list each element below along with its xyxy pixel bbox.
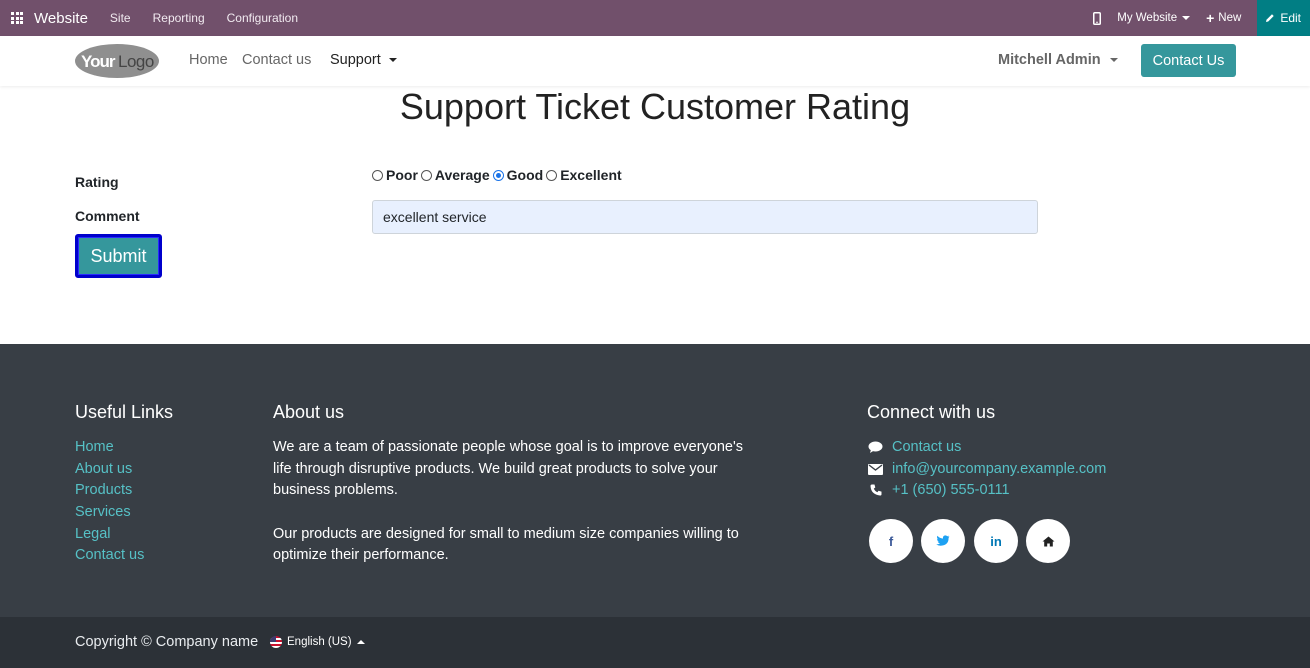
menu-reporting[interactable]: Reporting — [153, 11, 205, 25]
apps-menu-icon[interactable] — [0, 0, 34, 36]
submit-button[interactable]: Submit — [75, 234, 162, 278]
admin-bar: Website Site Reporting Configuration My … — [0, 0, 1310, 36]
company-logo[interactable]: Your Logo — [74, 43, 160, 79]
footer-link-contact-us[interactable]: Contact us — [75, 547, 144, 563]
copyright-text: Copyright © Company name — [75, 634, 259, 650]
radio-excellent-label[interactable]: Excellent — [560, 167, 621, 183]
my-website-label: My Website — [1117, 12, 1178, 24]
about-line: optimize their performance. — [273, 547, 449, 563]
page-title: Support Ticket Customer Rating — [399, 86, 911, 127]
radio-good-label[interactable]: Good — [507, 167, 544, 183]
phone-icon — [867, 484, 884, 496]
plus-icon: + — [1206, 10, 1215, 26]
user-menu-dropdown[interactable]: Mitchell Admin — [998, 52, 1118, 68]
about-line: life through disruptive products. We bui… — [273, 461, 718, 477]
footer-link-home[interactable]: Home — [75, 439, 114, 455]
twitter-icon[interactable] — [921, 519, 965, 563]
app-name[interactable]: Website — [34, 10, 88, 27]
svg-text:Your: Your — [81, 52, 116, 71]
user-name: Mitchell Admin — [998, 52, 1101, 68]
footer: Useful Links Home About us Products Serv… — [0, 344, 1310, 617]
about-line: business problems. — [273, 482, 398, 498]
connect-contact-row: Contact us — [867, 439, 961, 455]
svg-text:Logo: Logo — [118, 52, 154, 71]
chevron-down-icon — [1109, 58, 1118, 62]
connect-title: Connect with us — [867, 402, 996, 422]
nav-support-dropdown[interactable]: Support — [330, 52, 397, 68]
admin-right-group: My Website + New Edit — [1093, 0, 1310, 36]
linkedin-icon[interactable]: in — [974, 519, 1018, 563]
facebook-icon[interactable]: f — [869, 519, 913, 563]
language-label: English (US) — [287, 636, 352, 648]
new-button[interactable]: + New — [1206, 10, 1241, 26]
useful-links-title: Useful Links — [75, 402, 174, 422]
contact-us-button[interactable]: Contact Us — [1141, 44, 1236, 77]
radio-excellent[interactable] — [546, 169, 558, 181]
copyright-bar: Copyright © Company name English (US) — [0, 617, 1310, 668]
menu-site[interactable]: Site — [110, 11, 131, 25]
comment-icon — [867, 441, 884, 454]
my-website-dropdown[interactable]: My Website — [1117, 12, 1191, 24]
comment-input[interactable]: excellent service — [372, 200, 1038, 234]
language-selector[interactable]: English (US) — [270, 636, 365, 648]
chevron-down-icon — [388, 58, 397, 62]
about-line: We are a team of passionate people whose… — [273, 439, 743, 455]
footer-link-about-us[interactable]: About us — [75, 461, 132, 477]
connect-contact-link[interactable]: Contact us — [892, 439, 961, 455]
radio-poor-label[interactable]: Poor — [386, 167, 418, 183]
comment-label: Comment — [75, 208, 140, 224]
about-line: Our products are designed for small to m… — [273, 526, 739, 542]
edit-button[interactable]: Edit — [1257, 0, 1310, 36]
home-icon[interactable] — [1026, 519, 1070, 563]
radio-good[interactable] — [492, 169, 504, 181]
radio-average-label[interactable]: Average — [435, 167, 490, 183]
radio-poor[interactable] — [372, 169, 383, 181]
chevron-up-icon — [356, 640, 365, 644]
radio-average[interactable] — [420, 169, 432, 181]
nav-home[interactable]: Home — [189, 52, 228, 68]
footer-link-products[interactable]: Products — [75, 482, 132, 498]
mobile-preview-button[interactable] — [1093, 11, 1102, 25]
pencil-icon — [1266, 14, 1275, 22]
footer-link-services[interactable]: Services — [75, 504, 131, 520]
connect-phone-row: +1 (650) 555-0111 — [867, 482, 1010, 498]
mobile-icon — [1093, 11, 1102, 25]
about-title: About us — [273, 402, 345, 422]
us-flag-icon — [270, 636, 282, 648]
nav-support-label: Support — [330, 52, 381, 68]
site-navbar: Your Logo Home Contact us Support Mitche… — [0, 36, 1310, 86]
rating-radio-group: Poor Average Good Excellent — [371, 167, 624, 183]
connect-email-link[interactable]: info@yourcompany.example.com — [892, 461, 1106, 477]
chevron-down-icon — [1182, 16, 1191, 20]
menu-configuration[interactable]: Configuration — [227, 11, 298, 25]
rating-label: Rating — [75, 174, 119, 190]
nav-contact-us[interactable]: Contact us — [242, 52, 311, 68]
connect-phone-link[interactable]: +1 (650) 555-0111 — [892, 482, 1010, 498]
connect-email-row: info@yourcompany.example.com — [867, 461, 1106, 477]
edit-label: Edit — [1280, 11, 1301, 25]
new-label: New — [1218, 12, 1242, 24]
footer-link-legal[interactable]: Legal — [75, 526, 110, 542]
envelope-icon — [867, 463, 884, 475]
